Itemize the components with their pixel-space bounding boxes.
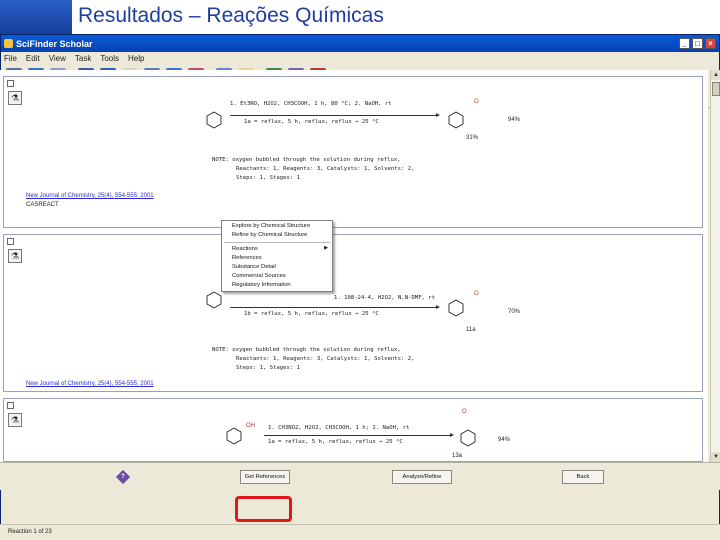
reactant-structure-icon[interactable] — [226, 427, 242, 445]
carbonyl-label: O — [462, 409, 467, 415]
menu-item-regulatory-info[interactable]: Regulatory Information — [222, 281, 332, 290]
menu-view[interactable]: View — [49, 54, 66, 63]
analyze-refine-button[interactable]: Analyze/Refine — [392, 470, 452, 484]
reaction-conditions-2: 1a = reflux, 5 h, reflux, reflux → 25 °C — [268, 439, 403, 445]
select-checkbox[interactable] — [7, 238, 14, 245]
reaction-note: NOTE: oxygen bubbled through the solutio… — [212, 157, 401, 163]
window-titlebar: SciFinder Scholar _ □ × — [1, 35, 719, 52]
status-bar: Reaction 1 of 23 — [0, 524, 720, 540]
reaction-icon[interactable]: ⚗ — [8, 413, 22, 427]
menu-item-substance-detail[interactable]: Substance Detail — [222, 263, 332, 272]
reaction-counts: Reactants: 1, Reagents: 3, Catalysts: 1,… — [236, 356, 415, 362]
product-structure-icon[interactable] — [448, 111, 464, 129]
menu-item-commercial-sources[interactable]: Commercial Sources — [222, 272, 332, 281]
reaction-conditions-2: 1b = reflux, 5 h, reflux, reflux → 25 °C — [244, 311, 379, 317]
menu-item-reactions[interactable]: Reactions ▶ — [222, 245, 332, 254]
results-content: ⚗ 1. Et3NO, H2O2, CH3COOH, 1 h, 80 °C; 2… — [0, 70, 708, 462]
substituent-label: OH — [246, 423, 255, 429]
select-checkbox[interactable] — [7, 402, 14, 409]
product-structure-icon[interactable] — [448, 299, 464, 317]
submenu-arrow-icon: ▶ — [324, 245, 328, 251]
reactant-structure-icon[interactable] — [206, 291, 222, 309]
menu-item-refine-structure[interactable]: Refine by Chemical Structure — [222, 231, 332, 240]
reaction-note: NOTE: oxygen bubbled through the solutio… — [212, 347, 401, 353]
app-icon — [4, 39, 13, 48]
reaction-arrow — [230, 113, 440, 117]
minimize-button[interactable]: _ — [679, 38, 690, 49]
product-number: 13a — [452, 453, 463, 459]
reaction-counts: Reactants: 1, Reagents: 3, Catalysts: 1,… — [236, 166, 415, 172]
reaction-result-1: ⚗ 1. Et3NO, H2O2, CH3COOH, 1 h, 80 °C; 2… — [3, 76, 703, 228]
menu-tools[interactable]: Tools — [100, 54, 119, 63]
menu-bar: File Edit View Task Tools Help — [1, 52, 719, 64]
menu-item-reactions-label: Reactions — [232, 246, 258, 252]
reference-link[interactable]: New Journal of Chemistry, 25(4), 554-555… — [26, 381, 154, 387]
reaction-icon[interactable]: ⚗ — [8, 91, 22, 105]
reaction-icon[interactable]: ⚗ — [8, 249, 22, 263]
reactant-structure-icon[interactable] — [206, 111, 222, 129]
menu-task[interactable]: Task — [75, 54, 91, 63]
reaction-conditions-1: 1. Et3NO, H2O2, CH3COOH, 1 h, 80 °C; 2. … — [230, 101, 392, 107]
bottom-action-bar: ? Get References Analyze/Refine Back — [0, 462, 720, 490]
scroll-thumb[interactable] — [712, 82, 720, 96]
menu-file[interactable]: File — [4, 54, 17, 63]
help-icon[interactable]: ? — [115, 469, 131, 485]
database-source: CASREACT — [26, 202, 59, 208]
reaction-result-2: ⚗ 1. 108-24-4, H2O2, N,N-DMF, rt 1b = re… — [3, 234, 703, 392]
reaction-steps: Steps: 1, Stages: 1 — [236, 365, 300, 371]
product-number: 31% — [466, 135, 479, 141]
back-button[interactable]: Back — [562, 470, 604, 484]
carbonyl-label: O — [474, 99, 479, 105]
window-title: SciFinder Scholar — [16, 38, 93, 49]
menu-help[interactable]: Help — [128, 54, 144, 63]
reaction-arrow — [230, 305, 440, 309]
context-menu: Explore by Chemical Structure Refine by … — [221, 220, 333, 292]
scroll-down-icon[interactable]: ▼ — [711, 452, 720, 462]
slide-header-bar — [0, 0, 72, 34]
get-references-button[interactable]: Get References — [240, 470, 290, 484]
menu-separator — [224, 242, 330, 243]
reaction-conditions-1: 1. CH3NO2, H2O2, CH3COOH, 1 h; 2. NaOH, … — [268, 425, 410, 431]
product-number: 11a — [466, 327, 476, 333]
carbonyl-label: O — [474, 291, 479, 297]
product-yield: 70% — [508, 309, 521, 315]
menu-edit[interactable]: Edit — [26, 54, 40, 63]
reaction-arrow — [264, 433, 454, 437]
reference-link[interactable]: New Journal of Chemistry, 25(4), 554-555… — [26, 193, 154, 199]
highlight-box — [235, 496, 292, 522]
close-button[interactable]: × — [705, 38, 716, 49]
select-checkbox[interactable] — [7, 80, 14, 87]
product-yield: 94% — [498, 437, 511, 443]
reaction-conditions-2: 1a = reflux, 5 h, reflux, reflux → 25 °C — [244, 119, 379, 125]
menu-item-explore-structure[interactable]: Explore by Chemical Structure — [222, 222, 332, 231]
vertical-scrollbar[interactable]: ▲ ▼ — [710, 70, 720, 462]
menu-item-references[interactable]: References — [222, 254, 332, 263]
maximize-button[interactable]: □ — [692, 38, 703, 49]
product-structure-icon[interactable] — [460, 429, 476, 447]
scroll-up-icon[interactable]: ▲ — [711, 70, 720, 80]
reaction-result-3: ⚗ OH 1. CH3NO2, H2O2, CH3COOH, 1 h; 2. N… — [3, 398, 703, 462]
reaction-conditions-1: 1. 108-24-4, H2O2, N,N-DMF, rt — [334, 295, 436, 301]
reaction-steps: Steps: 1, Stages: 1 — [236, 175, 300, 181]
product-yield: 94% — [508, 117, 521, 123]
slide-title: Resultados – Reações Químicas — [78, 4, 384, 27]
